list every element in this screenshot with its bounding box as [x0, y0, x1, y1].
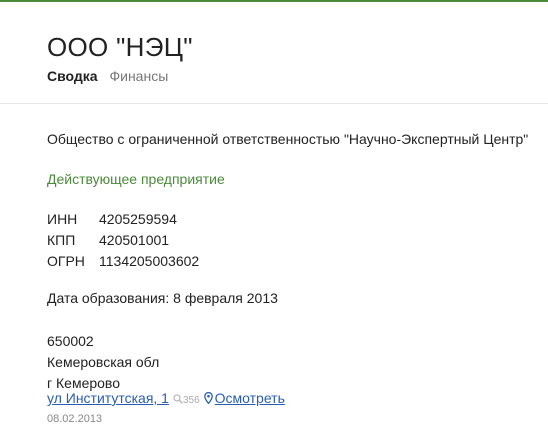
company-title: ООО "НЭЦ" [47, 32, 193, 62]
kpp-value: 420501001 [99, 232, 170, 248]
views-counter: 356 [173, 394, 200, 406]
ogrn-row: ОГРН 1134205003602 [47, 251, 199, 272]
tab-finance[interactable]: Финансы [109, 68, 168, 84]
street-link[interactable]: ул Институтская, 1 [47, 390, 169, 406]
address-region: Кемеровская обл [47, 354, 160, 370]
page-header: ООО "НЭЦ" Сводка Финансы [0, 2, 548, 104]
map-pin-icon[interactable] [203, 392, 213, 404]
views-count: 356 [182, 395, 200, 406]
inn-key: ИНН [47, 211, 78, 227]
search-icon [173, 394, 183, 404]
address-postcode: 650002 [47, 333, 94, 349]
kpp-row: КПП 420501001 [47, 230, 199, 251]
identifiers-list: ИНН 4205259594 КПП 420501001 ОГРН 113420500… [47, 209, 199, 272]
inn-value: 4205259594 [99, 211, 177, 227]
address-links: ул Институтская, 1 356 Осмотреть [47, 390, 285, 406]
view-on-map-link[interactable]: Осмотреть [215, 390, 285, 406]
founded-date: Дата образования: 8 февраля 2013 [47, 290, 278, 306]
inn-row: ИНН 4205259594 [47, 209, 199, 230]
kpp-key: КПП [47, 232, 76, 248]
ogrn-key: ОГРН [47, 253, 85, 269]
address-date: 08.02.2013 [47, 413, 103, 425]
tab-summary[interactable]: Сводка [47, 68, 98, 84]
ogrn-value: 1134205003602 [99, 253, 200, 269]
tab-bar: Сводка Финансы [47, 68, 176, 84]
company-full-name: Общество с ограниченной ответственностью… [47, 131, 529, 147]
address-block: 650002 Кемеровская обл г Кемерово [47, 331, 159, 394]
status-label: Действующее предприятие [47, 171, 225, 187]
